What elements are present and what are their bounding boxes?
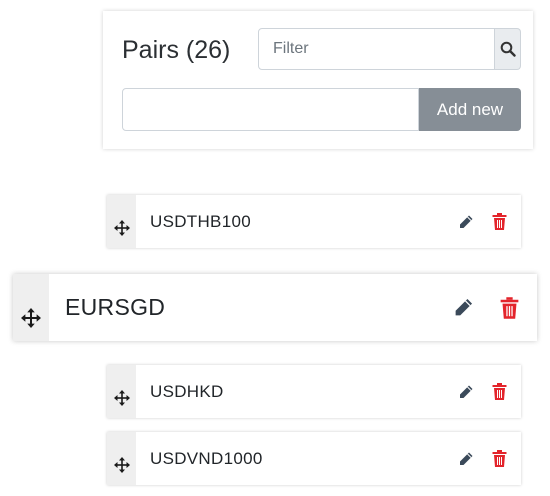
row-actions bbox=[458, 432, 521, 485]
drag-handle[interactable] bbox=[13, 274, 49, 341]
trash-icon[interactable] bbox=[492, 450, 507, 467]
list-item[interactable]: USDTHB100 bbox=[107, 195, 521, 248]
move-icon bbox=[113, 378, 130, 418]
move-icon bbox=[113, 445, 130, 485]
trash-icon[interactable] bbox=[492, 213, 507, 230]
drag-handle[interactable] bbox=[107, 432, 136, 485]
list-item[interactable]: USDHKD bbox=[107, 365, 521, 418]
filter-input[interactable] bbox=[258, 28, 495, 70]
move-icon bbox=[113, 208, 130, 248]
pair-label: EURSGD bbox=[65, 294, 166, 320]
pencil-icon[interactable] bbox=[458, 451, 474, 467]
pencil-icon[interactable] bbox=[453, 297, 474, 318]
pencil-icon[interactable] bbox=[458, 214, 474, 230]
move-icon bbox=[21, 294, 41, 341]
list-item[interactable]: USDVND1000 bbox=[107, 432, 521, 485]
pairs-panel: Pairs (26) Add new bbox=[103, 11, 533, 149]
row-actions bbox=[458, 365, 521, 418]
add-pair-group: Add new bbox=[122, 88, 521, 131]
pair-label: USDTHB100 bbox=[150, 212, 251, 231]
add-new-button[interactable]: Add new bbox=[419, 88, 521, 131]
filter-group bbox=[258, 28, 521, 70]
pair-label: USDHKD bbox=[150, 382, 224, 401]
row-actions bbox=[458, 195, 521, 248]
drag-handle[interactable] bbox=[107, 195, 136, 248]
trash-icon[interactable] bbox=[500, 296, 519, 319]
trash-icon[interactable] bbox=[492, 383, 507, 400]
drag-handle[interactable] bbox=[107, 365, 136, 418]
search-button[interactable] bbox=[495, 28, 521, 70]
pencil-icon[interactable] bbox=[458, 384, 474, 400]
pair-label: USDVND1000 bbox=[150, 449, 263, 468]
page-title: Pairs (26) bbox=[122, 36, 231, 64]
new-pair-input[interactable] bbox=[122, 88, 419, 131]
search-icon bbox=[500, 41, 516, 57]
list-item-dragging[interactable]: EURSGD bbox=[13, 274, 537, 341]
row-actions bbox=[453, 274, 537, 341]
